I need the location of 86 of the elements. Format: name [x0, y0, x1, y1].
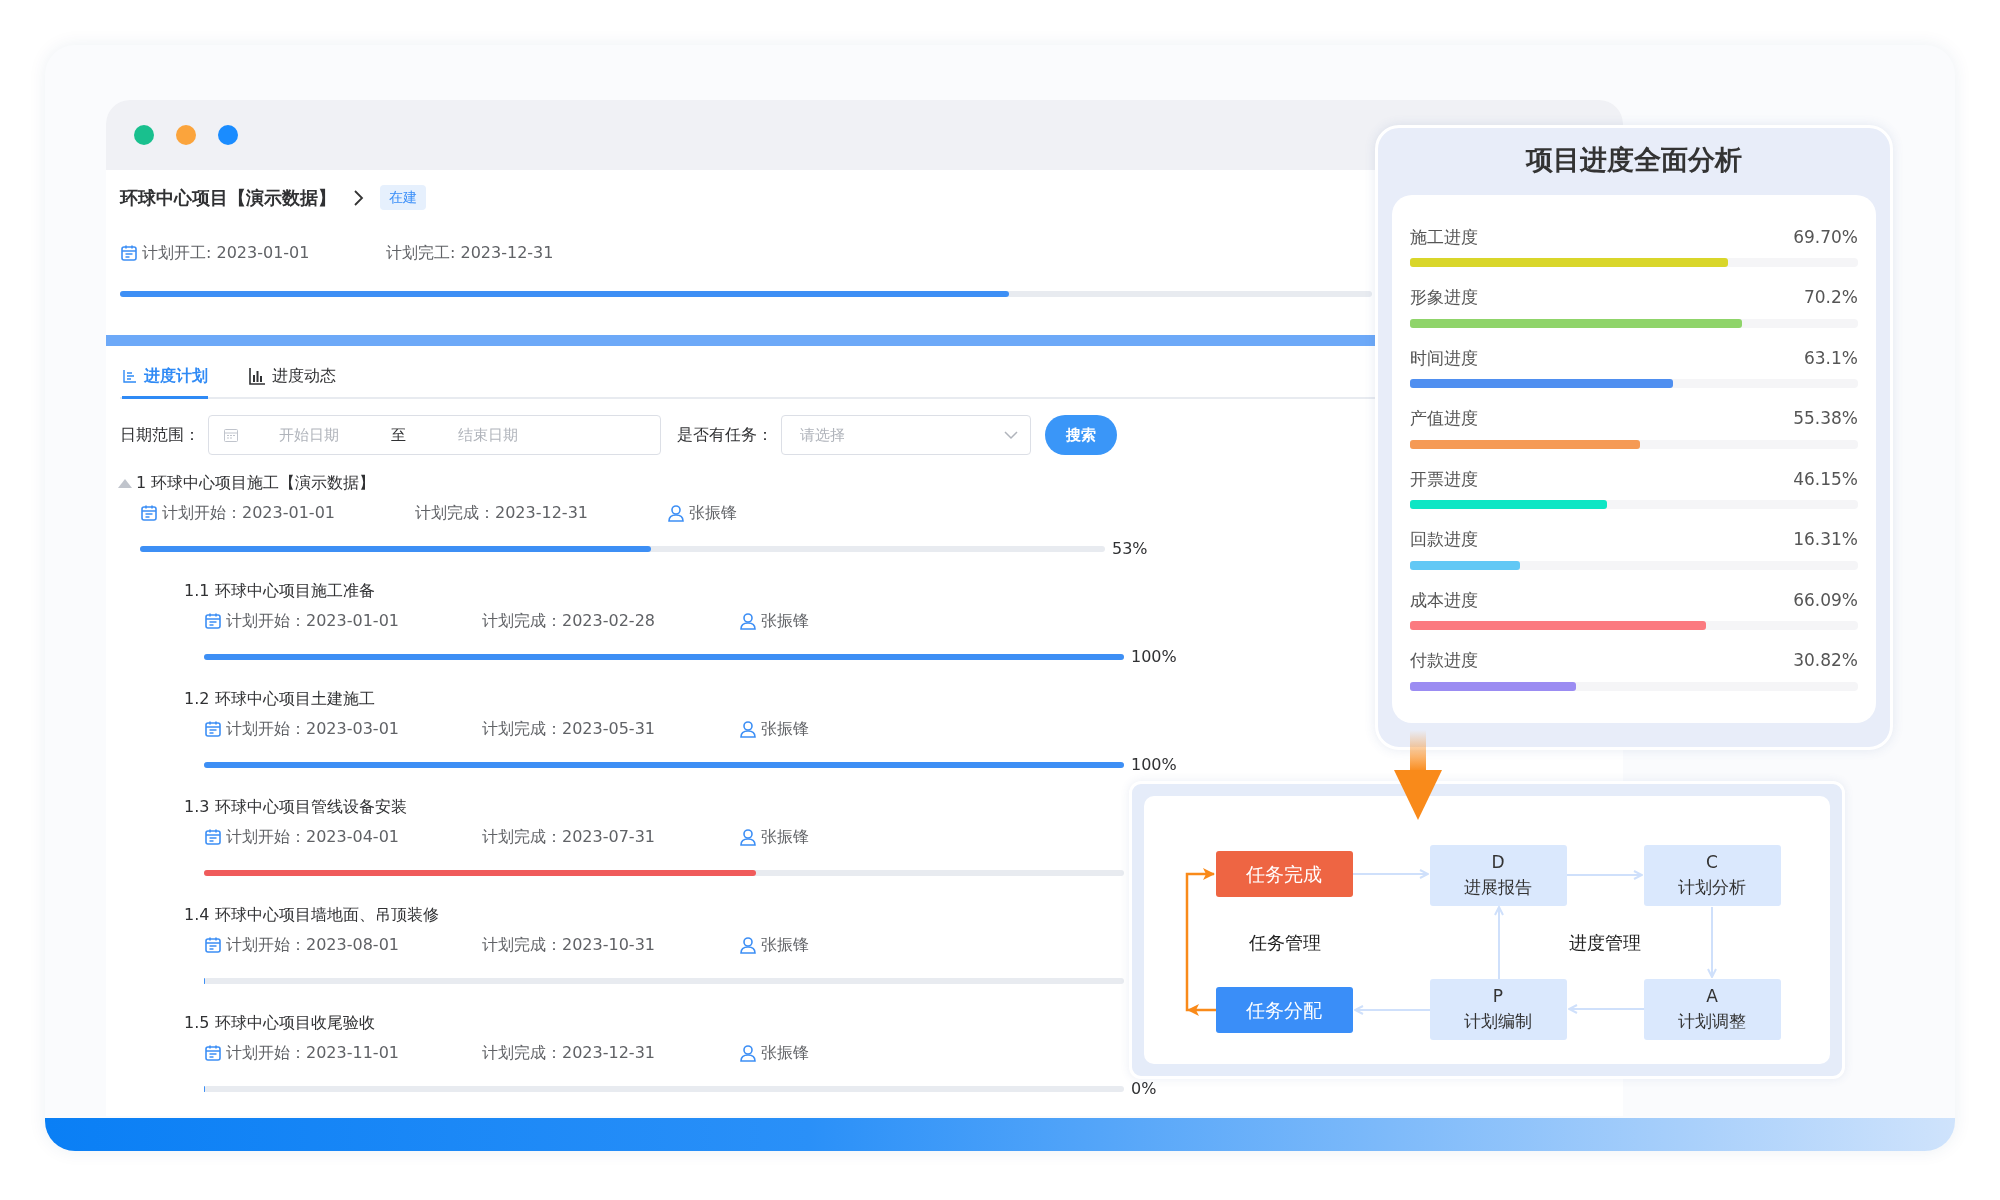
owner-name: 张振锋 [761, 610, 809, 632]
person-icon [739, 612, 757, 630]
metric-label: 回款进度 [1410, 528, 1478, 551]
planned-start: 计划开始：2023-11-01 [226, 1042, 399, 1064]
flow-arrow [1707, 906, 1717, 978]
planned-start: 计划开工: 2023-01-01 [142, 242, 310, 264]
task-node: 任务完成 [1216, 851, 1353, 897]
owner-name: 张振锋 [761, 934, 809, 956]
metric-value: 66.09% [1793, 588, 1858, 612]
calendar-icon [223, 427, 239, 443]
chevron-right-icon [352, 188, 364, 207]
planned-start: 计划开始：2023-04-01 [226, 826, 399, 848]
person-icon [667, 504, 685, 522]
filter-label: 日期范围： [120, 424, 200, 446]
planned-end: 计划完成：2023-02-28 [482, 610, 656, 632]
tab[interactable]: 进度动态 [248, 358, 336, 399]
metric-value: 16.31% [1793, 528, 1858, 551]
owner-name: 张振锋 [761, 718, 809, 740]
panel-title: 项目进度全面分析 [1524, 143, 1743, 177]
metric-label: 付款进度 [1410, 649, 1478, 672]
metric-label: 施工进度 [1410, 225, 1478, 249]
bar-chart-icon [248, 367, 266, 385]
calendar-icon [204, 828, 222, 846]
window-control-dot[interactable] [176, 125, 196, 145]
metric-value: 69.70% [1793, 225, 1858, 249]
date-range-field[interactable]: 开始日期 至 结束日期 [208, 415, 661, 455]
select-field[interactable]: 请选择 [781, 415, 1031, 455]
group-label: 任务管理 [1249, 932, 1321, 953]
planned-end: 计划完成：2023-10-31 [482, 934, 656, 956]
calendar-icon [204, 1044, 222, 1062]
metric-value: 30.82% [1793, 649, 1858, 672]
planned-end: 计划完工: 2023-12-31 [386, 242, 554, 264]
metric-value: 46.15% [1793, 467, 1858, 491]
project-name: 环球中心项目【演示数据】 [120, 186, 336, 210]
outline-icon [122, 368, 138, 384]
group-label: 进度管理 [1569, 932, 1641, 953]
metric-label: 开票进度 [1410, 467, 1478, 491]
planned-end: 计划完成：2023-12-31 [415, 502, 589, 524]
metric-value: 63.1% [1804, 346, 1858, 370]
person-icon [739, 828, 757, 846]
metric-label: 形象进度 [1410, 286, 1478, 309]
status-tag: 在建 [380, 185, 426, 210]
calendar-icon [120, 244, 138, 262]
person-icon [739, 936, 757, 954]
stage-node: D 进展报告 [1430, 845, 1567, 906]
planned-end: 计划完成：2023-05-31 [482, 718, 656, 740]
filter-label: 是否有任务： [677, 424, 773, 446]
metric-label: 产值进度 [1410, 407, 1478, 430]
task-title: 1 环球中心项目施工【演示数据】 [136, 472, 376, 494]
planned-end: 计划完成：2023-12-31 [482, 1042, 656, 1064]
metric-value: 55.38% [1793, 407, 1858, 430]
tree-toggle-icon[interactable] [118, 478, 132, 488]
down-arrow-icon [1394, 730, 1442, 820]
stage-node: A 计划调整 [1644, 979, 1781, 1040]
window-control-dot[interactable] [218, 125, 238, 145]
planned-start: 计划开始：2023-03-01 [226, 718, 399, 740]
task-title: 1.2 环球中心项目土建施工 [184, 688, 375, 710]
owner-name: 张振锋 [689, 502, 737, 524]
task-title: 1.4 环球中心项目墙地面、吊顶装修 [184, 904, 439, 926]
planned-start: 计划开始：2023-08-01 [226, 934, 399, 956]
owner-name: 张振锋 [761, 826, 809, 848]
stage-node: C 计划分析 [1644, 845, 1781, 906]
metric-value: 70.2% [1804, 286, 1858, 309]
metric-label: 时间进度 [1410, 346, 1478, 370]
progress-percent: 0% [1131, 1078, 1158, 1100]
task-title: 1.3 环球中心项目管线设备安装 [184, 796, 407, 818]
task-title: 1.1 环球中心项目施工准备 [184, 580, 375, 602]
stage-node: P 计划编制 [1430, 979, 1567, 1040]
progress-percent: 53% [1112, 538, 1149, 560]
task-title: 1.5 环球中心项目收尾验收 [184, 1012, 375, 1034]
planned-end: 计划完成：2023-07-31 [482, 826, 656, 848]
window-control-dot[interactable] [134, 125, 154, 145]
metric-label: 成本进度 [1410, 588, 1478, 612]
chevron-down-icon [1004, 430, 1018, 440]
owner-name: 张振锋 [761, 1042, 809, 1064]
person-icon [739, 1044, 757, 1062]
calendar-icon [204, 720, 222, 738]
planned-start: 计划开始：2023-01-01 [226, 610, 399, 632]
progress-percent: 100% [1131, 646, 1178, 668]
calendar-icon [204, 936, 222, 954]
calendar-icon [204, 612, 222, 630]
person-icon [739, 720, 757, 738]
planned-start: 计划开始：2023-01-01 [162, 502, 335, 524]
calendar-icon [140, 504, 158, 522]
progress-percent: 100% [1131, 754, 1178, 776]
task-node: 任务分配 [1216, 987, 1353, 1033]
